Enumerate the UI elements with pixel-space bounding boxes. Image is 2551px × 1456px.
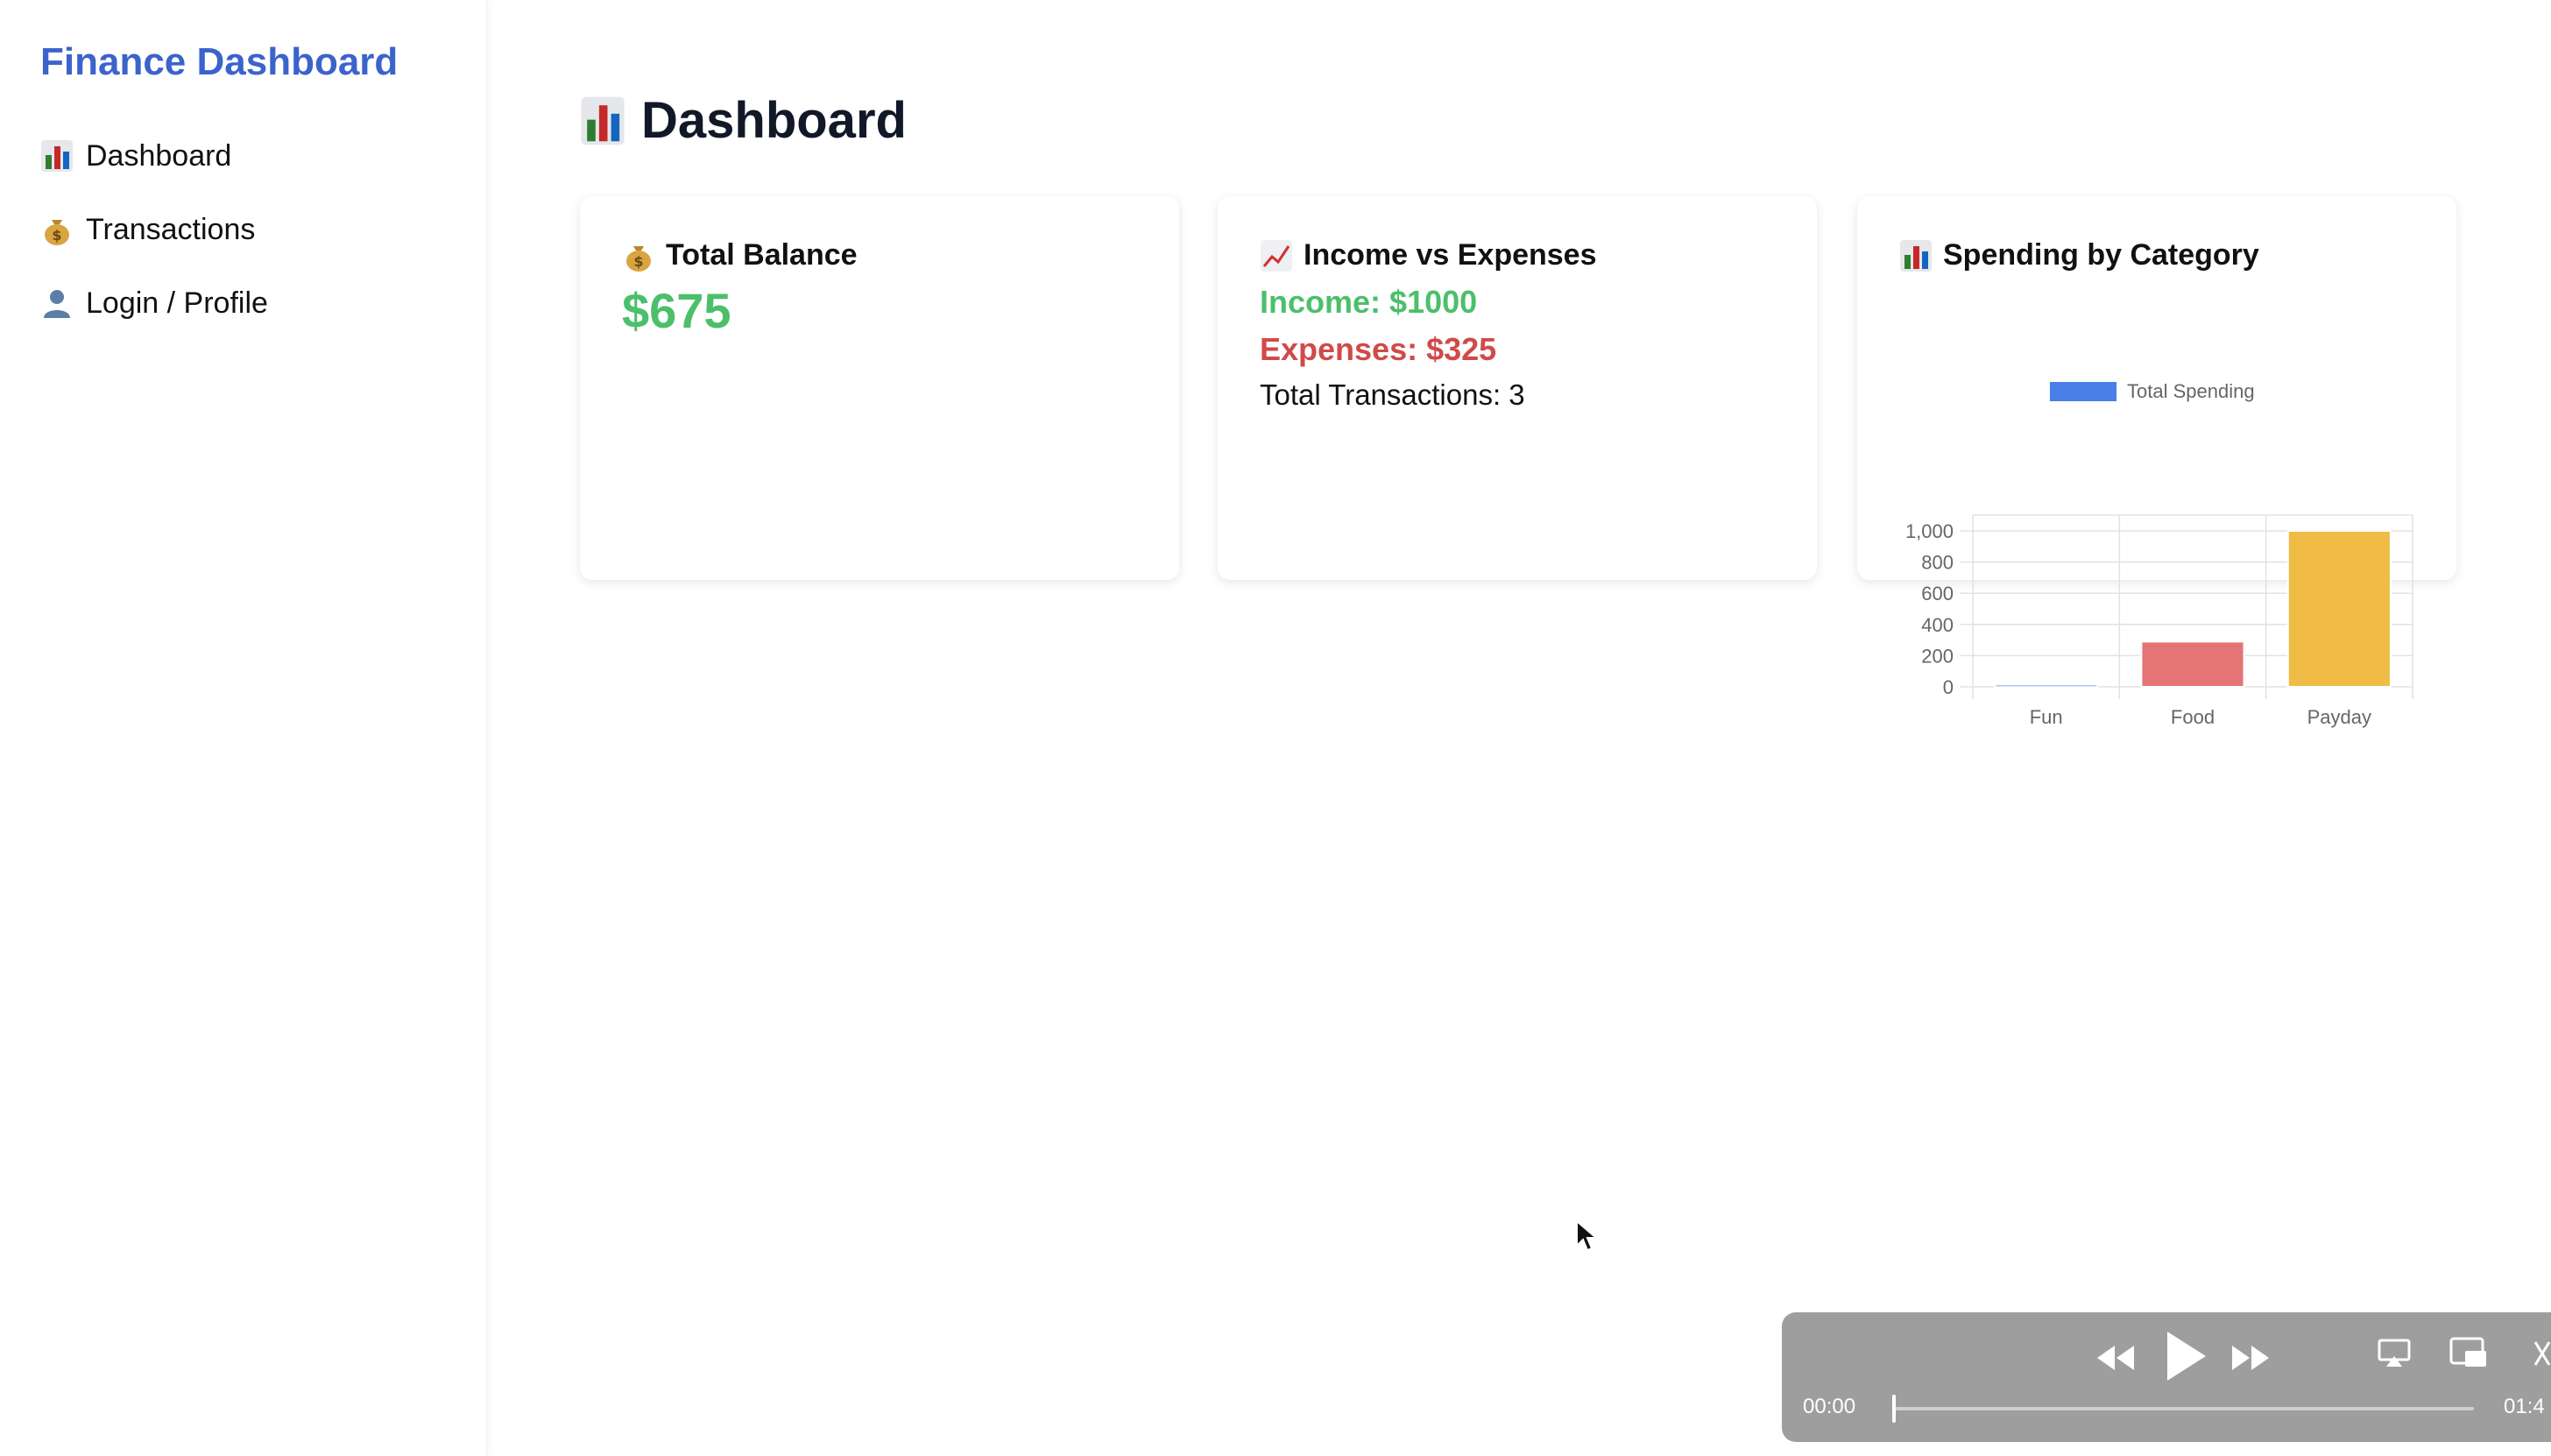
- card-title-text: Spending by Category: [1943, 238, 2259, 272]
- legend-label: Total Spending: [2127, 380, 2255, 402]
- picture-in-picture-icon[interactable]: [2449, 1337, 2488, 1370]
- sidebar-item-transactions[interactable]: $ Transactions: [40, 205, 255, 254]
- x-tick-label: Fun: [2030, 706, 2063, 728]
- total-balance-card: $ Total Balance $675: [580, 196, 1179, 580]
- progress-track[interactable]: [1892, 1395, 2474, 1423]
- card-title: Spending by Category: [1899, 238, 2259, 272]
- page-title-text: Dashboard: [641, 92, 907, 149]
- money-bag-icon: $: [45, 220, 69, 245]
- x-tick-label: Payday: [2307, 706, 2371, 728]
- svg-text:$: $: [633, 253, 643, 270]
- balance-value: $675: [622, 283, 731, 338]
- sidebar: Finance Dashboard Dashboard $ Transactio…: [0, 0, 487, 1456]
- chart-bar-food: [2140, 640, 2245, 689]
- money-bag-icon: $: [626, 245, 651, 272]
- card-title: $ Total Balance: [622, 238, 858, 272]
- chart-bar-payday: [2286, 530, 2392, 688]
- sidebar-item-login-profile[interactable]: Login / Profile: [40, 279, 268, 328]
- bar-chart-icon: [41, 140, 73, 172]
- card-title-text: Income vs Expenses: [1304, 238, 1597, 272]
- fast-forward-icon[interactable]: [2229, 1342, 2272, 1374]
- income-value: Income: $1000: [1260, 284, 1478, 320]
- rewind-icon[interactable]: [2094, 1342, 2138, 1374]
- sidebar-item-label: Transactions: [86, 212, 256, 246]
- duration: 01:4: [2504, 1395, 2545, 1418]
- x-tick-label: Food: [2171, 706, 2215, 728]
- bar-chart-icon: [1900, 239, 1932, 272]
- airplay-icon[interactable]: [2378, 1339, 2411, 1368]
- y-tick-label: 200: [1921, 645, 1954, 667]
- bar-chart-icon: [581, 96, 625, 145]
- svg-text:$: $: [52, 227, 61, 244]
- card-title-text: Total Balance: [666, 238, 858, 272]
- progress-handle[interactable]: [1892, 1395, 1896, 1423]
- close-icon[interactable]: [2533, 1339, 2551, 1368]
- sidebar-item-label: Login / Profile: [86, 286, 268, 320]
- income-expenses-card: Income vs Expenses Income: $1000 Expense…: [1218, 196, 1817, 580]
- spending-bar-chart: Total Spending 1,000 800 600 400 200 0 Fun Food P…: [1905, 380, 2413, 728]
- legend-swatch: [2050, 382, 2116, 401]
- play-icon[interactable]: [2160, 1328, 2209, 1384]
- spending-category-card: Spending by Category Total Spending 1,000…: [1857, 196, 2456, 728]
- page-title: Dashboard: [580, 91, 907, 150]
- user-icon: [44, 290, 70, 318]
- sidebar-item-label: Dashboard: [86, 138, 232, 173]
- brand-title: Finance Dashboard: [40, 40, 399, 83]
- trend-up-icon: [1261, 239, 1292, 272]
- mouse-cursor-icon: [1576, 1219, 1598, 1252]
- y-tick-label: 800: [1921, 552, 1954, 574]
- y-tick-label: 600: [1921, 583, 1954, 604]
- expenses-value: Expenses: $325: [1260, 331, 1497, 367]
- y-tick-label: 400: [1921, 614, 1954, 636]
- sidebar-item-dashboard[interactable]: Dashboard: [40, 131, 231, 180]
- y-tick-label: 1,000: [1905, 520, 1954, 542]
- total-transactions: Total Transactions: 3: [1260, 378, 1525, 411]
- current-time: 00:00: [1803, 1395, 1856, 1418]
- y-tick-label: 0: [1943, 676, 1954, 698]
- chart-bar-fun: [1994, 683, 2099, 689]
- chart-legend: Total Spending: [2050, 380, 2255, 402]
- card-title: Income vs Expenses: [1260, 238, 1597, 272]
- video-player-controls: 00:00 01:4: [1782, 1312, 2551, 1442]
